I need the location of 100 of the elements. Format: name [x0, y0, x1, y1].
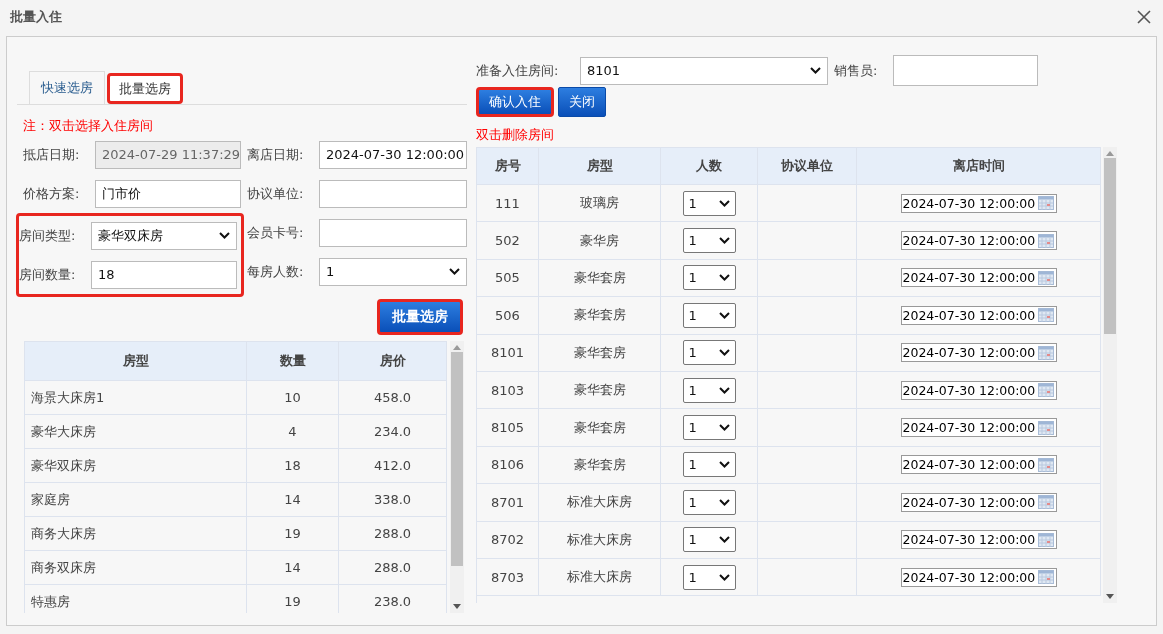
calendar-icon[interactable]: [1037, 308, 1054, 323]
chevron-down-icon: [718, 199, 730, 207]
select-field[interactable]: 8101: [580, 56, 828, 85]
calendar-icon[interactable]: [1037, 345, 1054, 360]
date-field[interactable]: 2024-07-30 12:00:00: [900, 455, 1057, 475]
date-field[interactable]: 2024-07-30 12:00:00: [900, 231, 1057, 251]
date-field[interactable]: 2024-07-30 12:00:00: [900, 268, 1057, 288]
column-header: 数量: [247, 341, 339, 381]
date-field[interactable]: 2024-07-30 12:00:00: [900, 343, 1057, 363]
table-cell: 豪华套房: [539, 371, 661, 410]
table-cell: 豪华套房: [539, 409, 661, 447]
tab[interactable]: 批量选房: [107, 73, 183, 104]
table-cell: 商务双床房: [25, 551, 247, 585]
select-field[interactable]: 1: [682, 415, 736, 441]
table-cell: 412.0: [339, 449, 447, 483]
chevron-down-icon: [718, 498, 730, 506]
action-button[interactable]: 确认入住: [476, 87, 554, 117]
input-field[interactable]: [319, 179, 467, 208]
chevron-down-icon: [718, 536, 730, 544]
chevron-down-icon: [718, 461, 730, 469]
table-cell: 8703: [477, 558, 539, 597]
table-cell: 14: [247, 551, 339, 585]
calendar-icon[interactable]: [1037, 383, 1054, 398]
chevron-down-icon: [718, 386, 730, 394]
calendar-icon[interactable]: [1037, 270, 1054, 285]
calendar-icon[interactable]: [1037, 457, 1054, 472]
input-field[interactable]: 2024-07-30 12:00:00: [319, 140, 467, 169]
table-cell: 标准大床房: [539, 484, 661, 522]
table-cell: 14: [247, 483, 339, 517]
select-field[interactable]: 1: [682, 340, 736, 366]
table-cell: 豪华大床房: [25, 415, 247, 449]
table-cell: 506: [477, 297, 539, 335]
calendar-icon[interactable]: [1037, 570, 1054, 585]
field-label: 销售员:: [834, 61, 879, 80]
date-field[interactable]: 2024-07-30 12:00:00: [900, 305, 1057, 325]
chevron-down-icon: [449, 268, 460, 275]
calendar-icon[interactable]: [1037, 532, 1054, 547]
select-field[interactable]: 1: [682, 228, 736, 254]
table-cell: 商务大床房: [25, 517, 247, 551]
table-cell: 111: [477, 185, 539, 223]
scrollbar[interactable]: [450, 341, 464, 613]
select-field[interactable]: 1: [682, 527, 736, 553]
select-field[interactable]: 1: [319, 257, 467, 286]
select-field[interactable]: 1: [682, 265, 736, 291]
chevron-down-icon: [219, 232, 230, 239]
table-cell: 豪华套房: [539, 334, 661, 372]
table-cell: 豪华房: [539, 222, 661, 260]
select-field[interactable]: 1: [682, 564, 736, 590]
field-label: 会员卡号:: [247, 223, 305, 242]
input-field[interactable]: 18: [91, 260, 237, 289]
field-label: 价格方案:: [23, 184, 81, 203]
input-field[interactable]: [319, 218, 467, 247]
column-header: 房型: [539, 147, 661, 185]
date-field[interactable]: 2024-07-30 12:00:00: [900, 492, 1057, 512]
field-label: 房间数量:: [19, 265, 77, 284]
select-field[interactable]: 1: [682, 489, 736, 515]
input-field[interactable]: [893, 55, 1038, 86]
table-cell: 4: [247, 415, 339, 449]
calendar-icon[interactable]: [1037, 420, 1054, 435]
column-header: 房型: [25, 341, 247, 381]
table-cell: 288.0: [339, 517, 447, 551]
date-field[interactable]: 2024-07-30 12:00:00: [900, 567, 1057, 587]
table-cell: 338.0: [339, 483, 447, 517]
chevron-down-icon: [718, 424, 730, 432]
table-cell: 8101: [477, 334, 539, 372]
select-field[interactable]: 豪华双床房: [91, 221, 237, 250]
table-cell: 18: [247, 449, 339, 483]
calendar-icon[interactable]: [1037, 196, 1054, 211]
scrollbar[interactable]: [1103, 147, 1117, 603]
chevron-down-icon: [718, 349, 730, 357]
table-cell: 505: [477, 259, 539, 298]
date-field[interactable]: 2024-07-30 12:00:00: [900, 380, 1057, 400]
calendar-icon[interactable]: [1037, 495, 1054, 510]
calendar-icon[interactable]: [1037, 233, 1054, 248]
table-cell: 458.0: [339, 381, 447, 415]
close-icon[interactable]: [1137, 10, 1151, 24]
field-label: 准备入住房间:: [476, 61, 560, 80]
table-cell: 234.0: [339, 415, 447, 449]
field-label: 每房人数:: [247, 262, 305, 281]
date-field[interactable]: 2024-07-30 12:00:00: [900, 418, 1057, 438]
date-field[interactable]: 2024-07-30 12:00:00: [900, 530, 1057, 550]
window-title: 批量入住: [10, 8, 62, 26]
tab[interactable]: 快速选房: [29, 71, 105, 104]
column-header: 离店时间: [857, 147, 1101, 185]
select-field[interactable]: 1: [682, 302, 736, 328]
batch-select-button[interactable]: 批量选房: [377, 299, 463, 335]
action-button[interactable]: 关闭: [558, 87, 606, 117]
chevron-down-icon: [718, 237, 730, 245]
select-field[interactable]: 1: [682, 190, 736, 216]
table-cell: 288.0: [339, 551, 447, 585]
table-cell: 标准大床房: [539, 521, 661, 559]
column-header: 房号: [477, 147, 539, 185]
input-field[interactable]: 门市价: [95, 179, 241, 208]
date-field[interactable]: 2024-07-30 12:00:00: [900, 193, 1057, 213]
select-field[interactable]: 1: [682, 452, 736, 478]
select-field[interactable]: 1: [682, 377, 736, 403]
column-header: 协议单位: [758, 147, 857, 185]
table-cell: 10: [247, 381, 339, 415]
column-header: 人数: [661, 147, 758, 185]
field-label: 抵店日期:: [23, 145, 81, 164]
